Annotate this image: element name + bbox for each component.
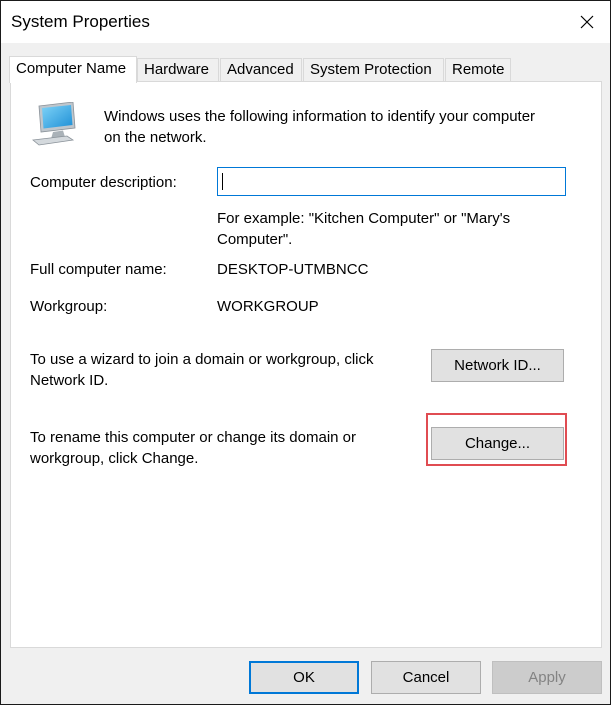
- workgroup-value: WORKGROUP: [217, 298, 319, 315]
- change-text-line2: workgroup, click Change.: [30, 450, 199, 467]
- computer-description-label: Computer description:: [30, 174, 177, 191]
- close-icon: [580, 15, 594, 29]
- computer-name-panel: Windows uses the following information t…: [10, 81, 602, 648]
- intro-text-line1: Windows uses the following information t…: [104, 108, 536, 125]
- close-button[interactable]: [564, 1, 610, 43]
- ok-button[interactable]: OK: [249, 661, 359, 694]
- intro-text-line2: on the network.: [104, 129, 207, 146]
- change-text-line1: To rename this computer or change its do…: [30, 429, 356, 446]
- system-properties-window: System Properties Computer Name Hardware…: [0, 0, 611, 705]
- text-caret: [222, 173, 223, 190]
- network-id-text-line2: Network ID.: [30, 372, 109, 389]
- network-id-text-line1: To use a wizard to join a domain or work…: [30, 351, 374, 368]
- full-computer-name-label: Full computer name:: [30, 261, 167, 278]
- apply-button[interactable]: Apply: [492, 661, 602, 694]
- network-id-button[interactable]: Network ID...: [431, 349, 564, 382]
- tab-hardware[interactable]: Hardware: [137, 58, 219, 81]
- tab-system-protection[interactable]: System Protection: [303, 58, 444, 81]
- description-example-line1: For example: "Kitchen Computer" or "Mary…: [217, 210, 511, 227]
- change-button-highlight-box: [426, 413, 567, 466]
- full-computer-name-value: DESKTOP-UTMBNCC: [217, 261, 369, 278]
- tab-remote[interactable]: Remote: [445, 58, 511, 81]
- cancel-button[interactable]: Cancel: [371, 661, 481, 694]
- computer-monitor-icon: [32, 102, 76, 146]
- tab-advanced[interactable]: Advanced: [220, 58, 302, 81]
- description-example-line2: Computer".: [217, 231, 293, 248]
- computer-description-input[interactable]: [217, 167, 566, 196]
- window-title: System Properties: [11, 12, 150, 31]
- workgroup-label: Workgroup:: [30, 298, 108, 315]
- tab-computer-name[interactable]: Computer Name: [9, 56, 137, 83]
- title-bar[interactable]: System Properties: [1, 1, 610, 43]
